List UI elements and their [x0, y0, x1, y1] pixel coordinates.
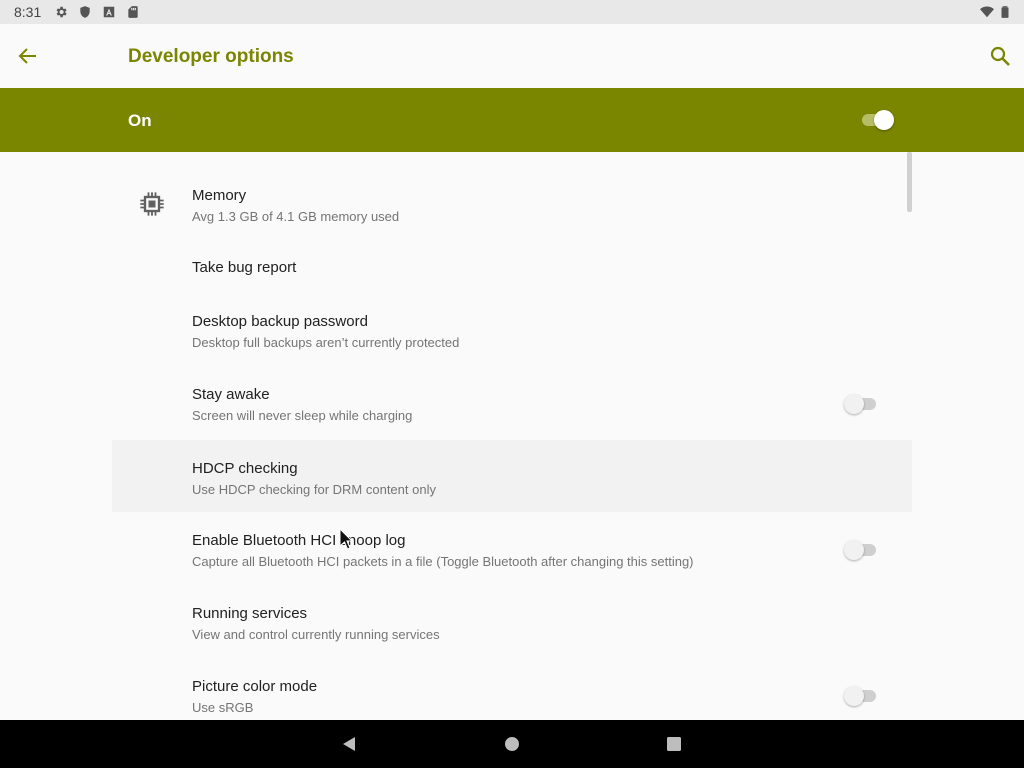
setting-title: Running services	[192, 605, 308, 622]
setting-hdcp-checking[interactable]: HDCP checking Use HDCP checking for DRM …	[112, 440, 912, 512]
arrow-back-icon[interactable]	[16, 44, 40, 68]
setting-title: Memory	[192, 187, 247, 204]
navigation-bar	[0, 720, 1024, 768]
setting-title: Enable Bluetooth HCI snoop log	[192, 532, 406, 549]
setting-summary: Screen will never sleep while charging	[192, 408, 413, 423]
triangle-back-icon[interactable]	[340, 734, 360, 754]
switch-thumb	[844, 394, 864, 414]
setting-summary: View and control currently running servi…	[192, 627, 440, 642]
status-time: 8:31	[14, 4, 42, 20]
sd-card-icon	[128, 6, 138, 18]
setting-summary: Capture all Bluetooth HCI packets in a f…	[192, 554, 694, 569]
switch-thumb	[844, 540, 864, 560]
circle-home-icon[interactable]	[502, 734, 522, 754]
settings-list[interactable]: Memory Avg 1.3 GB of 4.1 GB memory used …	[0, 152, 1024, 720]
setting-summary: Use sRGB	[192, 700, 254, 715]
shield-icon	[80, 6, 90, 18]
square-recents-icon[interactable]	[664, 734, 684, 754]
stay-awake-toggle[interactable]	[844, 394, 880, 414]
setting-take-bug-report[interactable]: Take bug report	[112, 244, 912, 292]
setting-memory[interactable]: Memory Avg 1.3 GB of 4.1 GB memory used	[112, 176, 912, 234]
search-icon[interactable]	[988, 44, 1012, 68]
setting-summary: Desktop full backups aren’t currently pr…	[192, 335, 460, 350]
setting-desktop-backup-password[interactable]: Desktop backup password Desktop full bac…	[112, 298, 912, 360]
setting-title: Desktop backup password	[192, 313, 368, 330]
master-switch-toggle[interactable]	[860, 110, 894, 130]
a-letter-icon	[103, 6, 115, 18]
setting-summary: Avg 1.3 GB of 4.1 GB memory used	[192, 209, 400, 224]
app-bar: Developer options	[0, 24, 1024, 88]
setting-stay-awake[interactable]: Stay awake Screen will never sleep while…	[112, 371, 912, 433]
mouse-pointer-icon	[339, 528, 353, 550]
bluetooth-hci-snoop-toggle[interactable]	[844, 540, 880, 560]
setting-title: Stay awake	[192, 386, 270, 403]
page-title: Developer options	[128, 46, 294, 67]
setting-picture-color-mode[interactable]: Picture color mode Use sRGB	[112, 663, 912, 720]
setting-title: Take bug report	[192, 259, 297, 276]
status-bar: 8:31	[0, 0, 1024, 24]
switch-thumb	[844, 686, 864, 706]
setting-title: HDCP checking	[192, 460, 298, 477]
setting-bluetooth-hci-snoop-log[interactable]: Enable Bluetooth HCI snoop log Capture a…	[112, 517, 912, 579]
settings-icon	[56, 6, 67, 18]
setting-summary: Use HDCP checking for DRM content only	[192, 482, 436, 497]
setting-running-services[interactable]: Running services View and control curren…	[112, 590, 912, 652]
master-switch-bar[interactable]: On	[0, 88, 1024, 152]
memory-chip-icon	[140, 192, 164, 216]
picture-color-mode-toggle[interactable]	[844, 686, 880, 706]
setting-title: Picture color mode	[192, 678, 318, 695]
switch-thumb	[874, 110, 894, 130]
battery-icon	[1001, 6, 1009, 18]
master-switch-label: On	[128, 111, 152, 130]
wifi-icon	[980, 6, 994, 18]
